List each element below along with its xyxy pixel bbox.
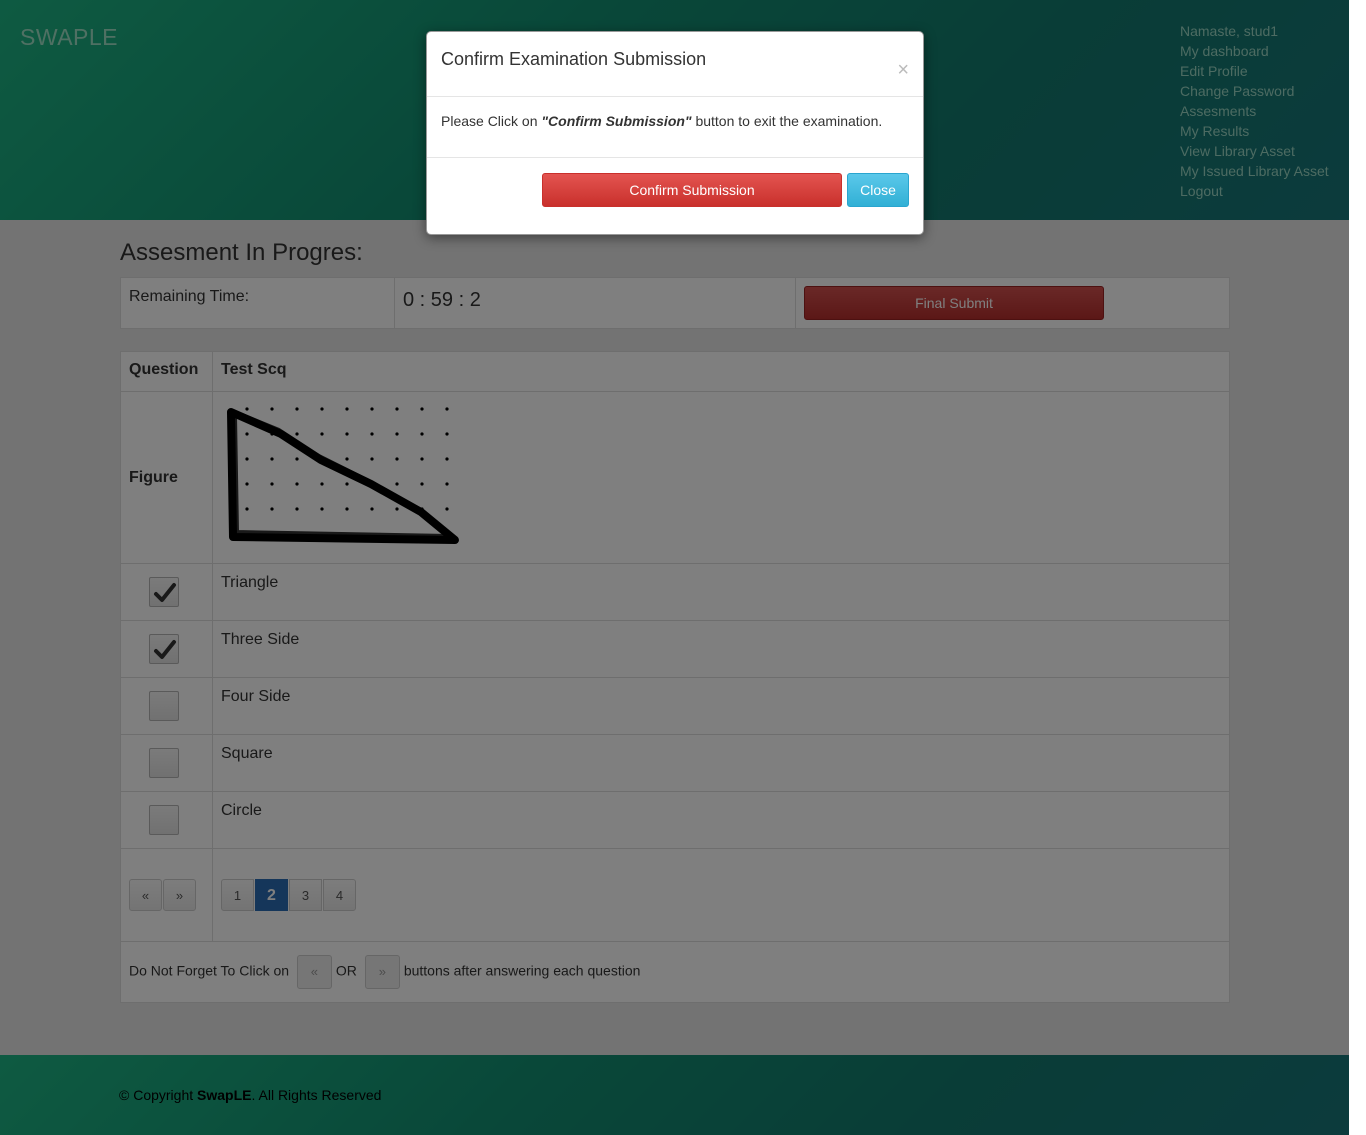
modal-title: Confirm Examination Submission <box>441 49 707 69</box>
confirm-submission-button[interactable]: Confirm Submission <box>542 173 842 207</box>
close-button[interactable]: Close <box>847 173 909 207</box>
scrollbar-track <box>1349 0 1366 1135</box>
confirm-submission-modal: Confirm Examination Submission × Please … <box>426 31 924 235</box>
close-icon[interactable]: × <box>897 60 909 80</box>
modal-message: Please Click on "Confirm Submission" but… <box>441 113 883 129</box>
